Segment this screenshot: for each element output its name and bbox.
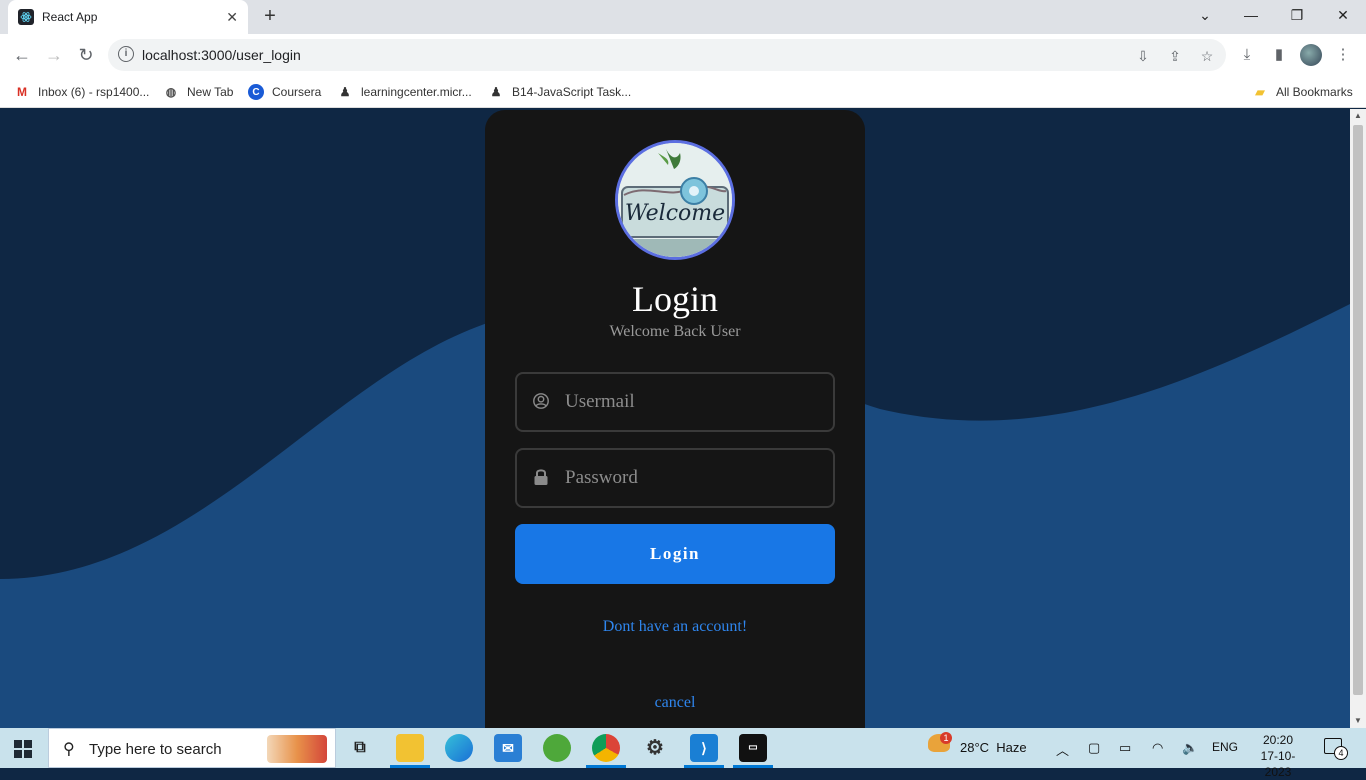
vscode-icon[interactable]: ⟩: [690, 734, 718, 762]
bookmark-item[interactable]: ◍ New Tab: [163, 82, 234, 102]
welcome-sign-image: [618, 143, 732, 257]
clock-date: 17-10-2023: [1260, 749, 1296, 779]
weather-text[interactable]: 28°C Haze: [960, 740, 1027, 755]
notification-count: 4: [1334, 746, 1348, 760]
bookmark-item[interactable]: C Coursera: [248, 82, 321, 102]
weather-badge: 1: [940, 732, 952, 744]
globe-icon: ◍: [165, 85, 177, 99]
show-hidden-icons[interactable]: ︿: [1056, 740, 1069, 759]
email-field[interactable]: [515, 372, 835, 432]
bookmark-item[interactable]: ♟ learningcenter.micr...: [337, 82, 472, 102]
language-indicator[interactable]: ENG: [1212, 740, 1238, 754]
minimize-button[interactable]: —: [1228, 0, 1274, 30]
all-bookmarks-label: All Bookmarks: [1276, 85, 1353, 99]
email-input[interactable]: [565, 384, 825, 420]
all-bookmarks[interactable]: ▰ All Bookmarks: [1252, 82, 1353, 102]
cancel-link[interactable]: cancel: [485, 694, 865, 712]
password-input[interactable]: [565, 460, 825, 496]
bookmark-item[interactable]: ♟ B14-JavaScript Task...: [488, 82, 632, 102]
spring-tool-icon[interactable]: [543, 734, 571, 762]
taskbar-search[interactable]: ⚲ Type here to search: [48, 728, 336, 768]
taskbar-search-text: Type here to search: [89, 741, 222, 758]
side-panel-icon[interactable]: ▮: [1270, 46, 1288, 64]
windows-start-icon[interactable]: [14, 740, 32, 758]
reload-icon[interactable]: ↻: [74, 43, 98, 67]
password-field[interactable]: [515, 448, 835, 508]
person-icon: ♟: [490, 85, 502, 99]
scroll-up-icon[interactable]: ▲: [1350, 109, 1366, 123]
terminal-icon[interactable]: ▭: [739, 734, 767, 762]
volume-icon[interactable]: 🔈: [1182, 740, 1198, 756]
menu-icon[interactable]: ⋮: [1334, 46, 1352, 64]
browser-tab[interactable]: React App ✕: [8, 0, 248, 34]
weather-icon[interactable]: 1: [928, 732, 952, 755]
notification-center-icon[interactable]: 4: [1324, 738, 1348, 760]
bookmark-label: Coursera: [272, 85, 322, 99]
forward-icon[interactable]: →: [42, 43, 66, 67]
folder-icon: ▰: [1255, 85, 1265, 99]
share-icon[interactable]: ⇪: [1166, 47, 1184, 65]
site-info-icon[interactable]: i: [118, 46, 134, 62]
bookmark-item[interactable]: M Inbox (6) - rsp1400...: [14, 82, 149, 102]
welcome-logo-text: Welcome: [624, 201, 726, 226]
bookmark-label: New Tab: [187, 85, 234, 99]
person-icon: ♟: [339, 85, 351, 99]
tab-search-icon[interactable]: ⌄: [1182, 0, 1228, 30]
battery-icon[interactable]: ▭: [1119, 740, 1131, 756]
wifi-icon[interactable]: ◠: [1152, 740, 1163, 756]
react-icon: [18, 9, 34, 25]
signup-link[interactable]: Dont have an account!: [485, 618, 865, 636]
new-tab-button[interactable]: +: [258, 6, 282, 28]
page-viewport: Welcome Login Welcome Back User Login Do…: [0, 109, 1350, 728]
user-circle-icon: [531, 392, 551, 412]
windows-taskbar: ⚲ Type here to search ⧉ ✉ ⚙ ⟩ ▭ 1 28°C H…: [0, 728, 1366, 779]
close-window-button[interactable]: ✕: [1320, 0, 1366, 30]
scroll-down-icon[interactable]: ▼: [1350, 714, 1366, 728]
chrome-icon[interactable]: [592, 734, 620, 762]
clock-time: 20:20: [1262, 733, 1294, 747]
tab-strip: React App ✕ + ⌄ — ❐ ✕: [0, 0, 1366, 34]
login-button[interactable]: Login: [515, 524, 835, 584]
file-explorer-icon[interactable]: [396, 734, 424, 762]
meet-now-icon[interactable]: ▢: [1088, 740, 1100, 756]
login-subtitle: Welcome Back User: [609, 323, 741, 340]
login-title: Login: [632, 279, 718, 319]
gmail-icon: M: [17, 85, 27, 99]
search-highlight-icon: [267, 735, 327, 763]
address-bar[interactable]: i localhost:3000/user_login ⇩ ⇪ ☆: [108, 39, 1226, 71]
edge-icon[interactable]: [445, 734, 473, 762]
install-icon[interactable]: ⇩: [1134, 47, 1152, 65]
tab-title: React App: [42, 10, 98, 24]
profile-avatar[interactable]: [1300, 44, 1322, 66]
page-scrollbar[interactable]: ▲ ▼: [1350, 109, 1366, 728]
bookmark-star-icon[interactable]: ☆: [1198, 47, 1216, 65]
lock-icon: [531, 468, 551, 488]
bookmark-label: learningcenter.micr...: [361, 85, 472, 99]
close-tab-icon[interactable]: ✕: [226, 9, 238, 26]
downloads-icon[interactable]: ⤓: [1238, 46, 1256, 64]
welcome-logo: Welcome: [615, 140, 735, 260]
restore-button[interactable]: ❐: [1274, 0, 1320, 30]
browser-toolbar: ← → ↻ i localhost:3000/user_login ⇩ ⇪ ☆ …: [0, 34, 1366, 76]
back-icon[interactable]: ←: [10, 43, 34, 67]
login-card: Welcome Login Welcome Back User Login Do…: [485, 110, 865, 728]
url-text[interactable]: localhost:3000/user_login: [142, 47, 301, 63]
settings-gear-icon[interactable]: ⚙: [641, 734, 669, 762]
search-icon: ⚲: [63, 741, 75, 758]
taskbar-clock[interactable]: 20:20 17-10-2023: [1248, 732, 1308, 780]
bookmark-label: B14-JavaScript Task...: [512, 85, 632, 99]
mail-icon[interactable]: ✉: [494, 734, 522, 762]
bookmark-label: Inbox (6) - rsp1400...: [38, 85, 150, 99]
coursera-icon: C: [248, 84, 264, 100]
bookmarks-bar: M Inbox (6) - rsp1400... ◍ New Tab C Cou…: [0, 76, 1366, 108]
scrollbar-thumb[interactable]: [1353, 125, 1363, 695]
task-view-icon[interactable]: ⧉: [346, 734, 374, 762]
